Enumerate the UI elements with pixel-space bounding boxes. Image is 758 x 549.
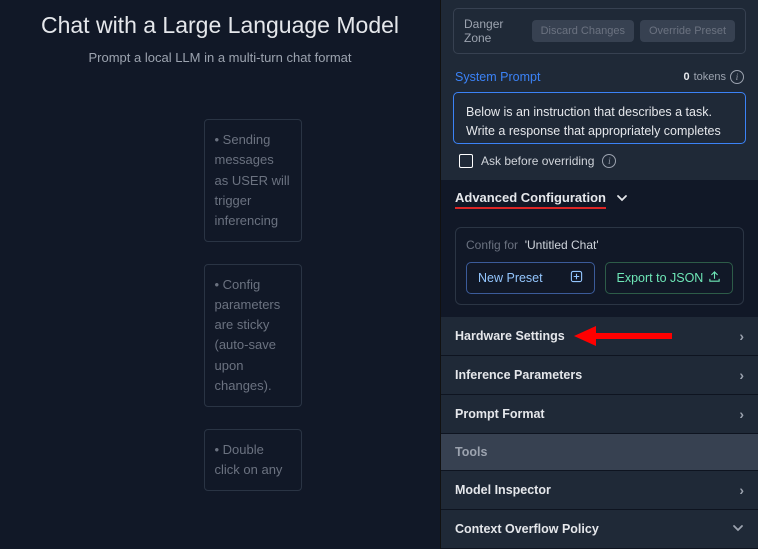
chevron-right-icon: › [739,482,744,498]
row-label: Inference Parameters [455,368,582,382]
right-panel: Danger Zone Discard Changes Override Pre… [440,0,758,549]
ask-checkbox[interactable] [459,154,473,168]
hint-card: • Sending messages as USER will trigger … [204,119,302,242]
model-inspector-row[interactable]: Model Inspector › [441,471,758,510]
page-subtitle: Prompt a local LLM in a multi-turn chat … [89,49,352,67]
info-icon[interactable]: i [602,154,616,168]
export-json-button[interactable]: Export to JSON [605,262,734,294]
inference-parameters-row[interactable]: Inference Parameters › [441,356,758,395]
export-icon [708,270,721,286]
new-preset-button[interactable]: New Preset [466,262,595,294]
row-label: Prompt Format [455,407,545,421]
token-count: 0 tokens i [683,70,744,84]
advanced-header[interactable]: Advanced Configuration [455,190,744,209]
danger-zone-label: Danger Zone [464,17,526,45]
config-box: Config for 'Untitled Chat' New Preset Ex… [455,227,744,305]
new-preset-icon [570,270,583,286]
chevron-down-icon [616,191,628,209]
red-arrow-annotation [574,318,674,354]
config-for-label: Config for 'Untitled Chat' [466,238,733,252]
discard-changes-button[interactable]: Discard Changes [532,20,634,42]
row-label: Hardware Settings [455,329,565,343]
chevron-right-icon: › [739,406,744,422]
system-prompt-label: System Prompt [455,70,540,84]
hint-card: • Double click on any [204,429,302,491]
hint-card: • Config parameters are sticky (auto-sav… [204,264,302,407]
chevron-down-icon [732,521,744,537]
system-prompt-header: System Prompt 0 tokens i [441,70,758,84]
row-label: Context Overflow Policy [455,522,599,536]
info-icon[interactable]: i [730,70,744,84]
chevron-right-icon: › [739,367,744,383]
override-preset-button[interactable]: Override Preset [640,20,735,42]
ask-before-overriding-row: Ask before overriding i [441,144,758,180]
ask-label: Ask before overriding [481,154,594,168]
context-overflow-row[interactable]: Context Overflow Policy [441,510,758,549]
danger-zone-row: Danger Zone Discard Changes Override Pre… [453,8,746,54]
tools-row[interactable]: Tools [441,434,758,471]
hardware-settings-row[interactable]: Hardware Settings › [441,317,758,356]
prompt-format-row[interactable]: Prompt Format › [441,395,758,434]
advanced-label: Advanced Configuration [455,190,606,209]
row-label: Model Inspector [455,483,551,497]
page-title: Chat with a Large Language Model [41,10,399,41]
left-panel: Chat with a Large Language Model Prompt … [0,0,440,549]
row-label: Tools [455,445,487,459]
hints-column: • Sending messages as USER will trigger … [20,119,420,491]
chevron-right-icon: › [739,328,744,344]
system-prompt-input[interactable] [453,92,746,144]
advanced-section: Advanced Configuration Config for 'Untit… [441,180,758,317]
